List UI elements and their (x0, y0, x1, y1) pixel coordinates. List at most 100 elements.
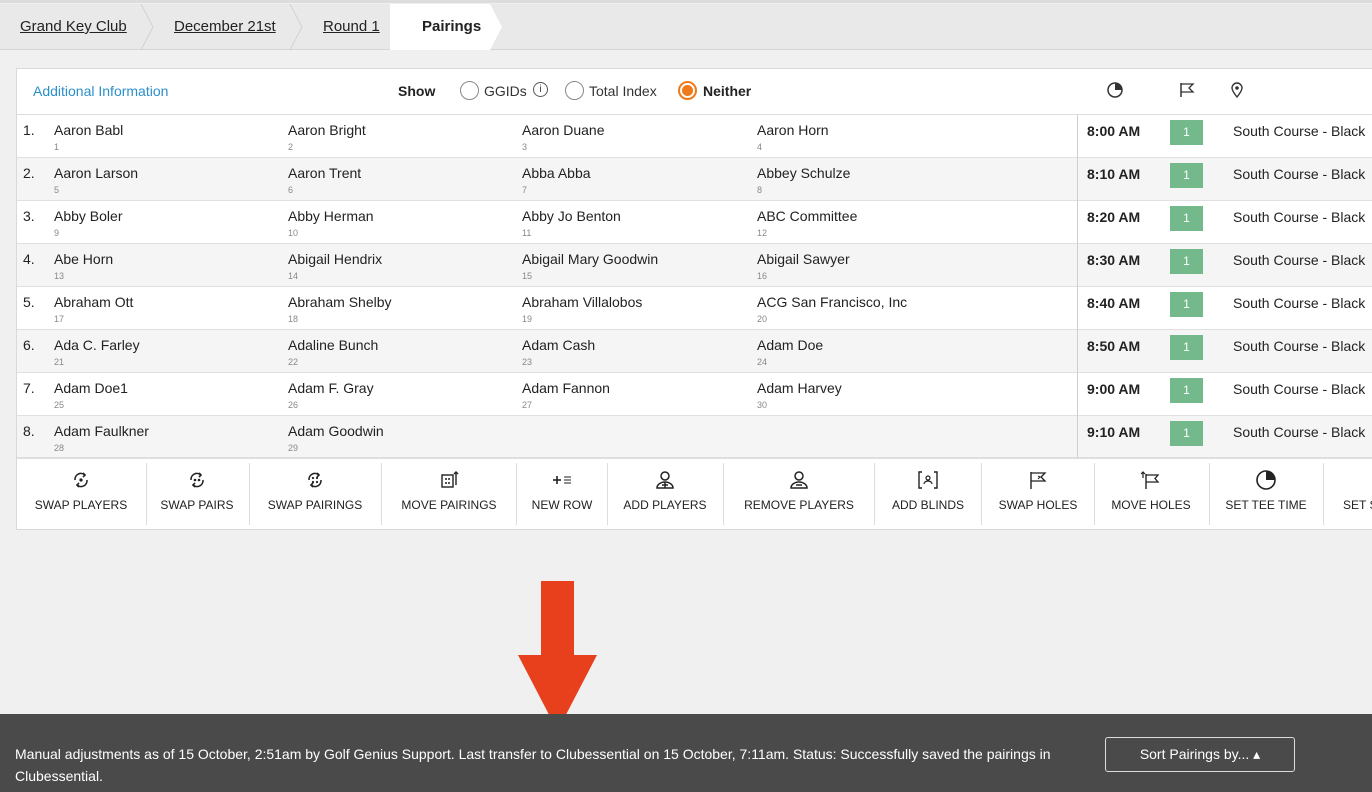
player-cell[interactable]: Abraham Villalobos 19 (522, 294, 642, 324)
pairing-row[interactable]: 2. Aaron Larson 5 Aaron Trent 6 Abba Abba 7 Abb… (17, 158, 1372, 201)
player-name: Abbey Schulze (757, 165, 851, 181)
radio-total-index[interactable] (565, 81, 584, 100)
player-name: Adam Cash (522, 337, 596, 353)
player-name: Abigail Mary Goodwin (522, 251, 659, 267)
player-cell[interactable]: Abigail Sawyer 16 (757, 251, 850, 281)
additional-information-link[interactable]: Additional Information (33, 83, 168, 99)
radio-ggids[interactable] (460, 81, 479, 100)
tee-time[interactable]: 9:10 AM (1087, 424, 1140, 440)
player-cell[interactable]: Adam F. Gray 26 (288, 380, 374, 410)
new-row-icon (553, 476, 571, 484)
pairing-row[interactable]: 3. Abby Boler 9 Abby Herman 10 Abby Jo Benton… (17, 201, 1372, 244)
starting-hole-badge[interactable]: 1 (1170, 292, 1203, 317)
player-cell[interactable]: Abba Abba 7 (522, 165, 591, 195)
add-blinds-label: ADD BLINDS (891, 498, 965, 512)
swap-players-label: SWAP PLAYERS (34, 498, 128, 512)
status-message: Manual adjustments as of 15 October, 2:5… (15, 746, 1051, 784)
player-cell[interactable]: Adam Cash 23 (522, 337, 595, 367)
player-cell[interactable]: Ada C. Farley 21 (54, 337, 140, 367)
column-divider (1077, 287, 1078, 330)
player-cell[interactable]: ACG San Francisco, Inc 20 (757, 294, 907, 324)
player-cell[interactable]: Aaron Duane 3 (522, 122, 605, 152)
player-cell[interactable]: Adam Harvey 30 (757, 380, 842, 410)
new-row-button[interactable]: NEW ROW (521, 463, 603, 525)
info-icon[interactable]: i (533, 82, 548, 97)
player-name: Abby Herman (288, 208, 374, 224)
breadcrumb-date[interactable]: December 21st (174, 4, 276, 50)
tee-time[interactable]: 8:40 AM (1087, 295, 1140, 311)
toolbar-divider (1323, 463, 1324, 525)
player-cell[interactable]: Abby Herman 10 (288, 208, 374, 238)
pairing-number: 8. (23, 423, 35, 439)
move-holes-button[interactable]: MOVE HOLES (1099, 463, 1203, 525)
remove-players-button[interactable]: REMOVE PLAYERS (729, 463, 869, 525)
player-cell[interactable]: Abby Boler 9 (54, 208, 122, 238)
radio-neither-label[interactable]: Neither (703, 83, 751, 99)
pairing-row[interactable]: 5. Abraham Ott 17 Abraham Shelby 18 Abraham V… (17, 287, 1372, 330)
swap-holes-button[interactable]: SWAP HOLES (987, 463, 1089, 525)
player-cell[interactable]: Adam Faulkner 28 (54, 423, 149, 453)
tee-time[interactable]: 8:20 AM (1087, 209, 1140, 225)
tee-time[interactable]: 8:10 AM (1087, 166, 1140, 182)
player-cell[interactable]: Adam Goodwin 29 (288, 423, 384, 453)
add-players-button[interactable]: ADD PLAYERS (613, 463, 717, 525)
radio-neither[interactable] (678, 81, 697, 100)
breadcrumb-chevron-icon (289, 4, 303, 50)
player-cell[interactable]: Adam Doe1 25 (54, 380, 128, 410)
pairing-row[interactable]: 7. Adam Doe1 25 Adam F. Gray 26 Adam Fannon 27… (17, 373, 1372, 416)
starting-hole-badge[interactable]: 1 (1170, 421, 1203, 446)
radio-total-index-label[interactable]: Total Index (589, 83, 657, 99)
starting-hole-badge[interactable]: 1 (1170, 249, 1203, 274)
starting-hole-badge[interactable]: 1 (1170, 163, 1203, 188)
player-cell[interactable]: Abigail Hendrix 14 (288, 251, 382, 281)
add-blinds-button[interactable]: ADD BLINDS (880, 463, 976, 525)
swap-pairings-button[interactable]: SWAP PAIRINGS (255, 463, 375, 525)
tee-time[interactable]: 9:00 AM (1087, 381, 1140, 397)
sort-pairings-button[interactable]: Sort Pairings by... ▴ (1105, 737, 1295, 772)
move-pairings-button[interactable]: MOVE PAIRINGS (387, 463, 511, 525)
breadcrumb-club[interactable]: Grand Key Club (20, 4, 127, 50)
player-cell[interactable]: Abe Horn 13 (54, 251, 113, 281)
pairing-row[interactable]: 8. Adam Faulkner 28 Adam Goodwin 29 9:10 AM 1 S… (17, 416, 1372, 459)
column-divider (1077, 115, 1078, 158)
player-name: Adaline Bunch (288, 337, 379, 353)
flag-icon (1180, 83, 1195, 97)
player-cell[interactable]: Aaron Babl 1 (54, 122, 123, 152)
pairing-row[interactable]: 1. Aaron Babl 1 Aaron Bright 2 Aaron Duane 3 Aa… (17, 115, 1372, 158)
starting-hole-badge[interactable]: 1 (1170, 206, 1203, 231)
tee-time[interactable]: 8:30 AM (1087, 252, 1140, 268)
player-cell[interactable]: Adam Doe 24 (757, 337, 823, 367)
course-name: South Course - Black (1233, 166, 1366, 182)
player-cell[interactable]: ABC Committee 12 (757, 208, 857, 238)
set-tee-time-button[interactable]: SET TEE TIME (1215, 463, 1317, 525)
player-cell[interactable]: Abigail Mary Goodwin 15 (522, 251, 658, 281)
starting-hole-badge[interactable]: 1 (1170, 120, 1203, 145)
player-cell[interactable]: Adaline Bunch 22 (288, 337, 378, 367)
player-cell[interactable]: Abraham Ott 17 (54, 294, 133, 324)
player-cell[interactable]: Aaron Horn 4 (757, 122, 829, 152)
swap-pairs-button[interactable]: SWAP PAIRS (151, 463, 243, 525)
player-cell[interactable]: Aaron Bright 2 (288, 122, 366, 152)
pairing-row[interactable]: 6. Ada C. Farley 21 Adaline Bunch 22 Adam Cas… (17, 330, 1372, 373)
player-cell[interactable]: Adam Fannon 27 (522, 380, 610, 410)
player-cell[interactable]: Abby Jo Benton 11 (522, 208, 621, 238)
radio-ggids-label[interactable]: GGIDs (484, 83, 527, 99)
swap-holes-label: SWAP HOLES (998, 498, 1078, 512)
tee-time[interactable]: 8:50 AM (1087, 338, 1140, 354)
swap-players-button[interactable]: SWAP PLAYERS (21, 463, 141, 525)
column-divider (1077, 416, 1078, 459)
starting-hole-badge[interactable]: 1 (1170, 378, 1203, 403)
starting-hole-badge[interactable]: 1 (1170, 335, 1203, 360)
player-name: Adam Doe (757, 337, 824, 353)
player-cell[interactable]: Abbey Schulze 8 (757, 165, 850, 195)
player-cell[interactable]: Aaron Trent 6 (288, 165, 361, 195)
player-id: 10 (288, 228, 299, 238)
new-row-label: NEW ROW (531, 498, 593, 512)
tee-time[interactable]: 8:00 AM (1087, 123, 1140, 139)
player-cell[interactable]: Aaron Larson 5 (54, 165, 138, 195)
set-starting-hole-button[interactable]: SET S (1329, 463, 1372, 525)
player-id: 30 (757, 400, 768, 410)
pairing-row[interactable]: 4. Abe Horn 13 Abigail Hendrix 14 Abigail Mar… (17, 244, 1372, 287)
breadcrumb-round[interactable]: Round 1 (323, 4, 380, 50)
player-cell[interactable]: Abraham Shelby 18 (288, 294, 392, 324)
